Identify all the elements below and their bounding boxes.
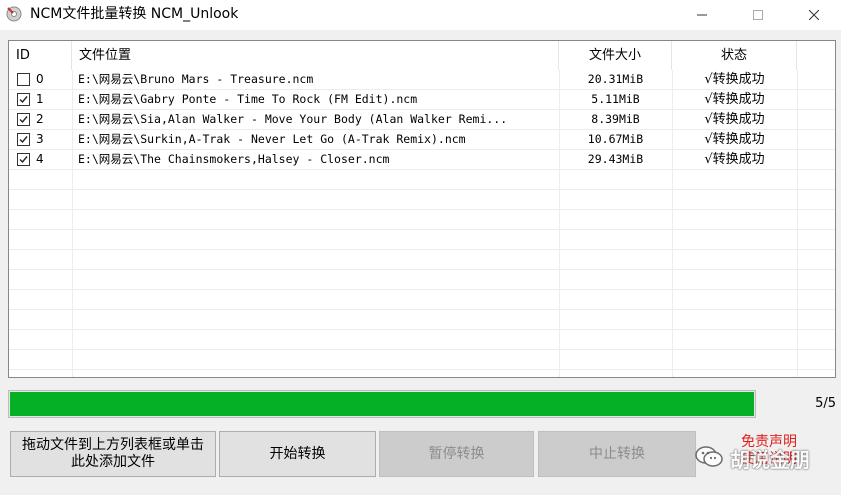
stop-convert-button[interactable]: 中止转换	[538, 431, 696, 477]
cell-id: 0	[13, 70, 71, 89]
cell-size: 20.31MiB	[587, 72, 644, 86]
cell-path: E:\网易云\The Chainsmokers,Halsey - Closer.…	[78, 152, 390, 166]
table-row	[9, 210, 835, 230]
table-row	[9, 350, 835, 370]
row-checkbox[interactable]	[17, 153, 30, 166]
watermark: 胡说金朋	[690, 440, 820, 476]
row-checkbox[interactable]	[17, 73, 30, 86]
add-files-label-line2: 此处添加文件	[71, 454, 155, 470]
table-row	[9, 190, 835, 210]
title-bar[interactable]: NCM文件批量转换 NCM_Unlook	[0, 0, 841, 30]
maximize-icon	[753, 10, 763, 20]
table-row[interactable]: 0 E:\网易云\Bruno Mars - Treasure.ncm 20.31Mi…	[9, 70, 835, 90]
close-icon	[809, 10, 819, 20]
cell-path: E:\网易云\Sia,Alan Walker - Move Your Body …	[78, 112, 508, 126]
column-header-path[interactable]: 文件位置	[72, 41, 559, 70]
row-id: 0	[36, 72, 44, 86]
row-checkbox[interactable]	[17, 113, 30, 126]
row-id: 2	[36, 112, 44, 126]
row-id: 1	[36, 92, 44, 106]
add-files-label-line1: 拖动文件到上方列表框或单击	[22, 437, 204, 453]
cell-id: 3	[13, 130, 71, 149]
cell-status: √转换成功	[704, 132, 765, 147]
column-header-id[interactable]: ID	[9, 41, 72, 70]
table-row[interactable]: 3 E:\网易云\Surkin,A-Trak - Never Let Go (A-…	[9, 130, 835, 150]
table-row	[9, 270, 835, 290]
table-row	[9, 290, 835, 310]
cell-size: 8.39MiB	[591, 112, 640, 126]
cell-status: √转换成功	[704, 112, 765, 127]
add-files-button[interactable]: 拖动文件到上方列表框或单击 此处添加文件	[10, 431, 216, 477]
minimize-button[interactable]	[679, 0, 725, 30]
checkmark-icon	[19, 96, 28, 104]
minimize-icon	[697, 14, 707, 16]
table-row[interactable]: 4 E:\网易云\The Chainsmokers,Halsey - Closer…	[9, 150, 835, 170]
table-row	[9, 330, 835, 350]
progress-bar	[8, 390, 756, 418]
file-list[interactable]: ID 文件位置 文件大小 状态 0 E:\网易云\Bruno Mars - Tre…	[8, 40, 836, 378]
table-row	[9, 170, 835, 190]
row-checkbox[interactable]	[17, 93, 30, 106]
checkmark-icon	[19, 156, 28, 164]
cell-status: √转换成功	[704, 72, 765, 87]
maximize-button[interactable]	[735, 0, 781, 30]
start-convert-button[interactable]: 开始转换	[219, 431, 376, 477]
cell-path: E:\网易云\Gabry Ponte - Time To Rock (FM Ed…	[78, 92, 418, 106]
column-header-status[interactable]: 状态	[672, 41, 797, 70]
checkmark-icon	[19, 136, 28, 144]
cell-path: E:\网易云\Bruno Mars - Treasure.ncm	[78, 72, 314, 86]
cell-id: 2	[13, 110, 71, 129]
cell-path: E:\网易云\Surkin,A-Trak - Never Let Go (A-T…	[78, 132, 466, 146]
column-header-size[interactable]: 文件大小	[559, 41, 672, 70]
row-id: 3	[36, 132, 44, 146]
progress-count: 5/5	[815, 396, 836, 411]
ncm-app-icon	[5, 5, 23, 23]
table-row	[9, 250, 835, 270]
row-id: 4	[36, 152, 44, 166]
cell-status: √转换成功	[704, 152, 765, 167]
watermark-text: 胡说金朋	[730, 448, 810, 472]
close-button[interactable]	[791, 0, 837, 30]
window-title: NCM文件批量转换 NCM_Unlook	[30, 6, 239, 22]
table-row[interactable]: 2 E:\网易云\Sia,Alan Walker - Move Your Body…	[9, 110, 835, 130]
pause-convert-button[interactable]: 暂停转换	[379, 431, 534, 477]
table-row	[9, 310, 835, 330]
table-header: ID 文件位置 文件大小 状态	[9, 41, 835, 70]
progress-fill	[10, 392, 754, 416]
table-row	[9, 230, 835, 250]
cell-id: 1	[13, 90, 71, 109]
cell-status: √转换成功	[704, 92, 765, 107]
table-row[interactable]: 1 E:\网易云\Gabry Ponte - Time To Rock (FM E…	[9, 90, 835, 110]
cell-size: 5.11MiB	[591, 92, 640, 106]
table-row	[9, 370, 835, 377]
cell-id: 4	[13, 150, 71, 169]
wechat-icon	[694, 444, 724, 474]
checkmark-icon	[19, 116, 28, 124]
row-checkbox[interactable]	[17, 133, 30, 146]
cell-size: 10.67MiB	[587, 132, 644, 146]
cell-size: 29.43MiB	[587, 152, 644, 166]
